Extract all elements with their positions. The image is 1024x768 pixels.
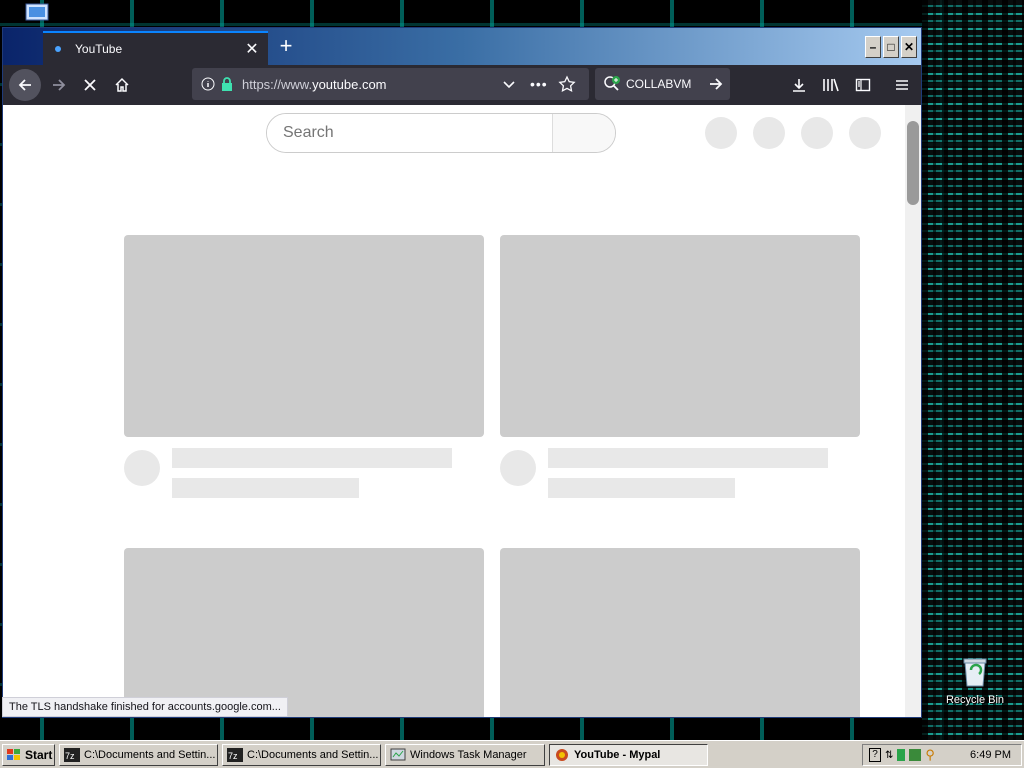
network-icon[interactable]: ⇅ <box>885 750 893 761</box>
back-button[interactable] <box>9 69 41 101</box>
windows-logo-icon <box>7 749 20 760</box>
tray-app-icon[interactable] <box>897 749 906 761</box>
url-bar[interactable]: https://www.youtube.com ••• <box>192 68 589 100</box>
video-thumbnail-placeholder[interactable] <box>500 235 860 437</box>
url-domain: youtube.com <box>312 76 387 92</box>
youtube-search-button[interactable] <box>552 114 615 152</box>
close-window-button[interactable]: ✕ <box>901 36 917 58</box>
downloads-button[interactable] <box>783 69 815 101</box>
video-thumbnail-placeholder[interactable] <box>124 548 484 717</box>
video-thumbnail-placeholder[interactable] <box>124 235 484 437</box>
video-title-placeholder <box>548 448 828 468</box>
start-label: Start <box>25 748 53 762</box>
page-actions-icon[interactable]: ••• <box>530 76 548 92</box>
video-meta-placeholder <box>548 478 735 498</box>
tab-strip: YouTube ✕ + – □ ✕ <box>3 28 921 65</box>
taskbar-item-task-manager[interactable]: Windows Task Manager <box>385 744 545 766</box>
taskbar: Start 7z C:\Documents and Settin... 7z C… <box>0 740 1024 768</box>
my-computer-icon[interactable] <box>22 2 54 26</box>
loading-dot-icon <box>55 46 61 52</box>
taskbar-item-mypal[interactable]: YouTube - Mypal <box>549 744 708 766</box>
url-text: https://www.youtube.com <box>242 77 387 92</box>
bookmark-star-icon[interactable] <box>558 75 576 93</box>
search-engine-icon <box>604 76 620 91</box>
tab-youtube[interactable]: YouTube ✕ <box>43 31 268 65</box>
library-button[interactable] <box>815 69 847 101</box>
youtube-search-input[interactable] <box>267 114 552 152</box>
channel-avatar-placeholder <box>124 450 160 486</box>
recycle-bin[interactable]: Recycle Bin <box>944 656 1006 706</box>
url-prefix: https://www. <box>242 76 313 92</box>
placeholder-icon[interactable] <box>753 117 785 149</box>
recycle-bin-icon <box>963 658 987 687</box>
safely-remove-icon[interactable] <box>909 749 922 761</box>
download-icon <box>793 79 805 92</box>
taskbar-item-label: C:\Documents and Settin... <box>247 749 379 761</box>
search-go-arrow-icon[interactable] <box>708 76 724 92</box>
7zip-icon: 7z <box>64 748 80 762</box>
system-tray: ? ⇅ ⚲ 6:49 PM <box>862 744 1022 766</box>
channel-avatar-placeholder <box>500 450 536 486</box>
help-icon[interactable]: ? <box>869 748 881 762</box>
svg-text:7z: 7z <box>228 751 238 761</box>
clock: 6:49 PM <box>970 749 1011 761</box>
placeholder-icon[interactable] <box>801 117 833 149</box>
home-button[interactable] <box>106 69 138 101</box>
stop-icon <box>84 79 96 91</box>
placeholder-icon[interactable] <box>705 117 737 149</box>
video-title-placeholder <box>172 448 452 468</box>
menu-button[interactable] <box>886 69 918 101</box>
desktop-wallpaper <box>922 0 1024 740</box>
hamburger-menu-icon <box>896 80 908 90</box>
placeholder-avatar[interactable] <box>849 117 881 149</box>
status-bar-text: The TLS handshake finished for accounts.… <box>2 697 288 717</box>
search-tray-icon[interactable]: ⚲ <box>925 747 935 763</box>
minimize-button[interactable]: – <box>865 36 881 58</box>
close-tab-icon[interactable]: ✕ <box>242 39 262 59</box>
info-icon[interactable] <box>200 76 216 92</box>
task-manager-icon <box>390 748 406 761</box>
video-meta-placeholder <box>172 478 359 498</box>
recycle-bin-label: Recycle Bin <box>945 694 1005 706</box>
start-button[interactable]: Start <box>2 744 55 766</box>
sidebar-button[interactable] <box>847 69 879 101</box>
maximize-button[interactable]: □ <box>883 36 899 58</box>
search-engine-label: COLLABVM <box>626 77 692 91</box>
svg-text:7z: 7z <box>65 751 75 761</box>
taskbar-item-7zip-1[interactable]: 7z C:\Documents and Settin... <box>59 744 218 766</box>
library-icon <box>823 78 839 92</box>
window-controls: – □ ✕ <box>865 36 917 58</box>
mypal-browser-icon <box>556 749 568 761</box>
sidebar-icon <box>855 78 871 92</box>
home-icon <box>115 77 129 92</box>
scrollbar-thumb[interactable] <box>907 121 919 205</box>
7zip-icon: 7z <box>227 748 243 762</box>
search-bar[interactable]: COLLABVM <box>595 68 730 100</box>
taskbar-item-label: YouTube - Mypal <box>574 749 661 761</box>
taskbar-item-7zip-2[interactable]: 7z C:\Documents and Settin... <box>222 744 381 766</box>
web-page-content <box>3 105 921 717</box>
stop-button[interactable] <box>74 69 106 101</box>
new-tab-button[interactable]: + <box>275 34 297 58</box>
browser-window: YouTube ✕ + – □ ✕ https://www.youtube.co… <box>2 27 922 718</box>
video-thumbnail-placeholder[interactable] <box>500 548 860 717</box>
vertical-scrollbar[interactable] <box>905 105 921 717</box>
youtube-search-box <box>266 113 616 153</box>
taskbar-item-label: C:\Documents and Settin... <box>84 749 216 761</box>
back-arrow-icon <box>18 79 31 91</box>
taskbar-item-label: Windows Task Manager <box>410 749 527 761</box>
lock-icon[interactable] <box>220 76 234 92</box>
tab-title: YouTube <box>75 42 123 56</box>
forward-arrow-icon <box>53 79 66 91</box>
forward-button[interactable] <box>43 69 75 101</box>
navigation-toolbar: https://www.youtube.com ••• COLLABVM <box>3 65 921 105</box>
chevron-down-icon[interactable] <box>502 77 516 91</box>
